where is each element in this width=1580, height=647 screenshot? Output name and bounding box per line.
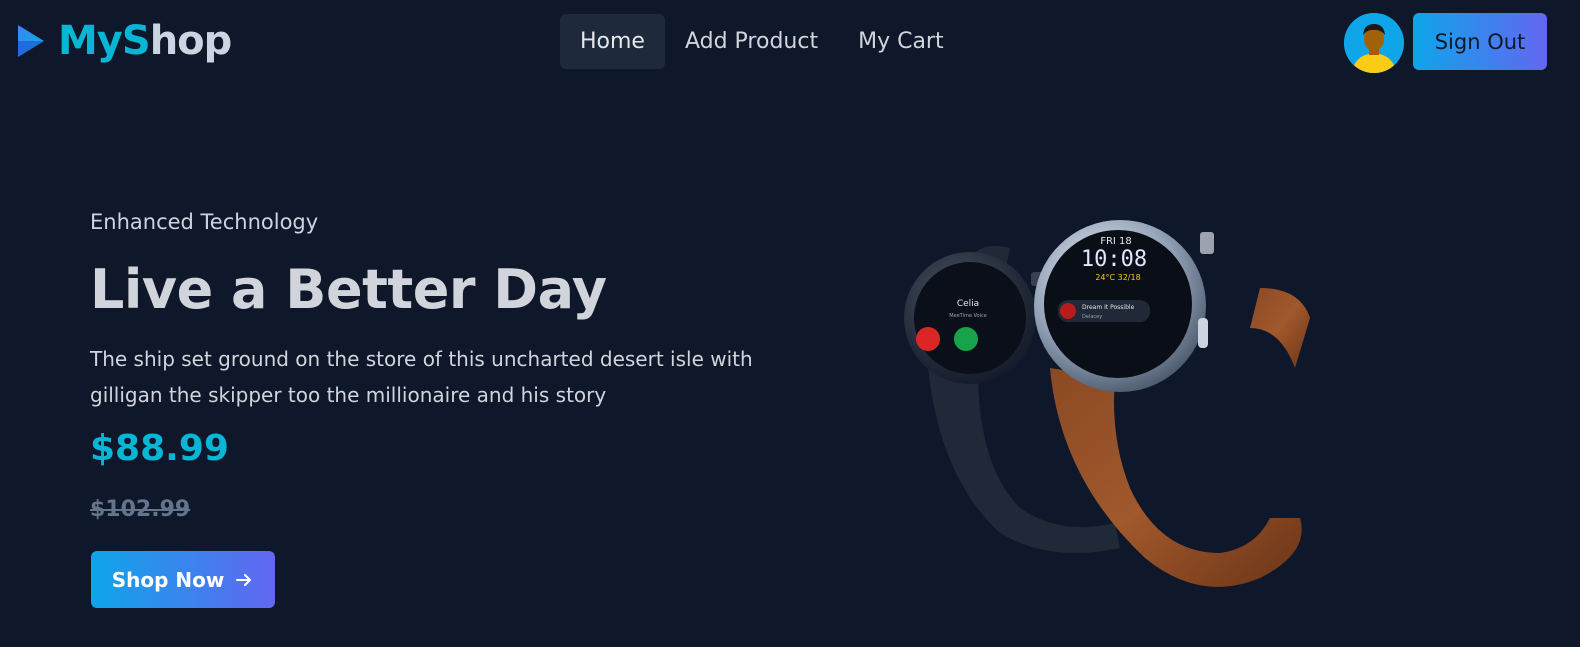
watch-day: FRI 18 <box>1100 236 1132 247</box>
smartwatch-product-image: Celia MeeTime Voice FRI 18 10:08 24°C 32… <box>904 220 1310 587</box>
brand-name-part1: My <box>58 18 123 64</box>
nav-item-my-cart[interactable]: My Cart <box>838 14 964 69</box>
navbar: MyShop Home Add Product My Cart Sign Out <box>0 0 1580 82</box>
shop-now-label: Shop Now <box>111 567 225 592</box>
watch-note-sub: Delacey <box>1082 314 1102 320</box>
arrow-right-icon <box>236 573 252 586</box>
nav-item-add-product[interactable]: Add Product <box>665 14 838 69</box>
avatar-portrait-icon <box>1344 13 1404 73</box>
watch-temp: 24°C 32/18 <box>1095 273 1140 282</box>
sign-out-button[interactable]: Sign Out <box>1413 13 1547 70</box>
brand-name: MyShop <box>58 17 233 65</box>
brand-logo[interactable]: MyShop <box>16 17 233 65</box>
brand-name-part2-s: S <box>121 18 151 64</box>
brand-name-part2: hop <box>149 18 233 64</box>
nav-item-home[interactable]: Home <box>560 14 665 69</box>
watch-time: 10:08 <box>1081 247 1147 272</box>
hero-eyebrow: Enhanced Technology <box>90 210 319 234</box>
shop-now-button[interactable]: Shop Now <box>91 551 275 608</box>
watch-note: Dream It Possible <box>1082 304 1135 311</box>
hero-description: The ship set ground on the store of this… <box>90 347 753 407</box>
original-price: $102.99 <box>90 497 191 522</box>
user-avatar[interactable] <box>1344 13 1404 73</box>
main-menu: Home Add Product My Cart <box>560 14 964 69</box>
watch-caller-name: Celia <box>957 299 979 309</box>
current-price: $88.99 <box>90 428 229 469</box>
watch-caller-sub: MeeTime Voice <box>949 313 987 319</box>
play-triangle-logo-icon <box>18 25 44 57</box>
hero-headline: Live a Better Day <box>90 258 607 321</box>
